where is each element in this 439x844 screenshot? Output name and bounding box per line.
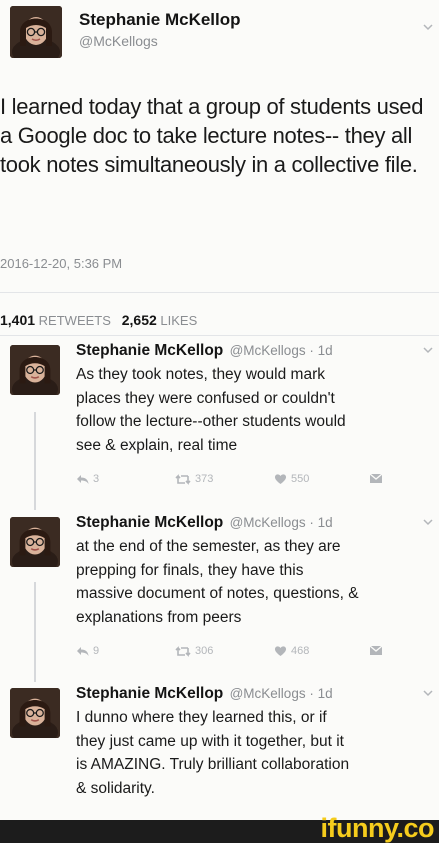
like-count: 468 [291, 645, 310, 657]
engagement-stats: 1,401 RETWEETS 2,652 LIKES [0, 312, 197, 328]
author-name[interactable]: Stephanie McKellop [76, 342, 223, 359]
tweet-text: I learned today that a group of students… [0, 94, 424, 177]
retweets-count: 1,401 [0, 312, 36, 328]
author-handle-time[interactable]: @McKellogs · 1d [230, 686, 333, 701]
retweet-count: 373 [195, 473, 214, 485]
retweet-icon [175, 645, 191, 657]
author-name[interactable]: Stephanie McKellop [76, 685, 223, 702]
reply-action[interactable]: 9 [76, 645, 99, 657]
retweet-count: 306 [195, 645, 214, 657]
like-action[interactable]: 550 [274, 473, 309, 485]
tweet-actions: 3 373 550 [76, 473, 416, 489]
like-action[interactable]: 468 [274, 645, 309, 657]
direct-message-action[interactable] [369, 645, 383, 656]
caret-down-icon[interactable] [423, 517, 433, 527]
avatar[interactable] [10, 6, 62, 58]
reply-tweet[interactable]: Stephanie McKellop @McKellogs · 1d I dun… [0, 685, 439, 820]
direct-message-icon [369, 645, 383, 655]
reply-count: 9 [93, 645, 100, 657]
likes-stat[interactable]: 2,652 LIKES [121, 312, 198, 328]
likes-count: 2,652 [121, 312, 157, 328]
caret-down-icon[interactable] [423, 345, 433, 355]
reply-text: As they took notes, they would mark plac… [76, 366, 346, 454]
reply-header: Stephanie McKellop @McKellogs · 1d [76, 514, 333, 532]
reply-count: 3 [93, 473, 100, 485]
retweets-label: RETWEETS [38, 313, 111, 328]
author-handle-time[interactable]: @McKellogs · 1d [230, 343, 333, 358]
reply-header: Stephanie McKellop @McKellogs · 1d [76, 685, 333, 703]
reply-text: I dunno where they learned this, or if t… [76, 709, 350, 797]
reply-action[interactable]: 3 [76, 473, 99, 485]
avatar[interactable] [10, 517, 60, 567]
author-name[interactable]: Stephanie McKellop [79, 10, 241, 30]
retweets-stat[interactable]: 1,401 RETWEETS [0, 312, 111, 328]
tweet-timestamp[interactable]: 2016-12-20, 5:36 PM [0, 256, 122, 271]
likes-label: LIKES [160, 313, 198, 328]
author-name[interactable]: Stephanie McKellop [76, 514, 223, 531]
divider [0, 292, 439, 293]
reply-text: at the end of the semester, as they are … [76, 538, 359, 626]
caret-down-icon[interactable] [423, 22, 433, 32]
ifunny-watermark: ifunny.co [320, 813, 435, 843]
author-handle[interactable]: @McKellogs [79, 33, 158, 49]
avatar[interactable] [10, 345, 60, 395]
divider [0, 335, 439, 336]
direct-message-action[interactable] [369, 473, 383, 484]
reply-header: Stephanie McKellop @McKellogs · 1d [76, 342, 333, 360]
like-count: 550 [291, 473, 310, 485]
reply-tweet[interactable]: Stephanie McKellop @McKellogs · 1d at th… [0, 514, 439, 677]
retweet-action[interactable]: 306 [175, 645, 213, 657]
retweet-action[interactable]: 373 [175, 473, 213, 485]
screenshot: Stephanie McKellop @McKellogs I learned … [0, 0, 439, 820]
reply-icon [77, 474, 89, 484]
avatar[interactable] [10, 688, 60, 738]
reply-tweet[interactable]: Stephanie McKellop @McKellogs · 1d As th… [0, 342, 439, 505]
caret-down-icon[interactable] [423, 688, 433, 698]
heart-icon [274, 474, 287, 484]
tweet-actions: 9 306 468 [76, 645, 416, 661]
heart-icon [274, 646, 287, 656]
author-handle-time[interactable]: @McKellogs · 1d [230, 515, 333, 530]
retweet-icon [175, 473, 191, 485]
reply-icon [77, 646, 89, 656]
direct-message-icon [369, 473, 383, 483]
